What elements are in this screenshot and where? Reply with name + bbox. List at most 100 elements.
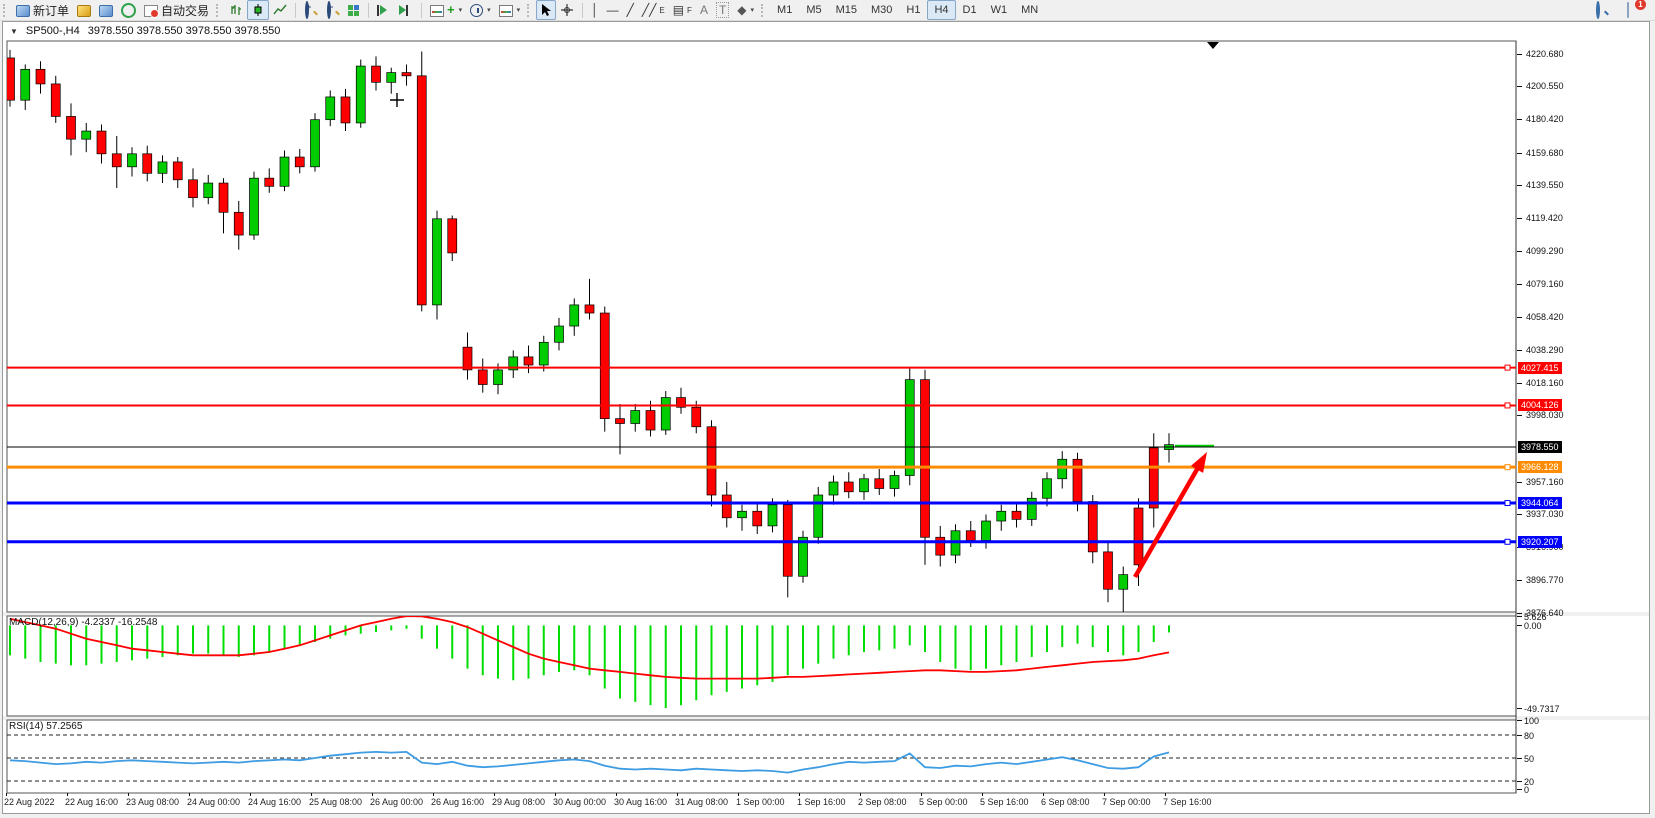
timeframe-button-m15[interactable]: M15 bbox=[829, 0, 864, 20]
bar-chart-button[interactable] bbox=[225, 0, 247, 20]
time-axis-label: 7 Sep 00:00 bbox=[1102, 797, 1151, 807]
new-order-button[interactable]: 新订单 bbox=[12, 0, 73, 20]
price-tick: 4180.420 bbox=[1526, 114, 1564, 124]
text-label-button[interactable]: T bbox=[712, 0, 733, 20]
time-tick-mark bbox=[677, 793, 678, 796]
timeframe-button-mn[interactable]: MN bbox=[1014, 0, 1045, 20]
rsi-axis-label: 100 bbox=[1524, 716, 1539, 726]
rsi-axis-label: 50 bbox=[1524, 754, 1534, 764]
time-axis-label: 24 Aug 16:00 bbox=[248, 797, 301, 807]
time-axis-label: 5 Sep 00:00 bbox=[919, 797, 968, 807]
navigator-button[interactable] bbox=[117, 0, 140, 20]
price-tick: 3998.030 bbox=[1526, 410, 1564, 420]
market-watch-button[interactable] bbox=[73, 0, 95, 20]
clock-icon bbox=[470, 4, 483, 17]
fibonacci-button[interactable]: ▤F bbox=[669, 0, 696, 20]
macd-tick-mark bbox=[1517, 625, 1522, 626]
trendline-button[interactable]: ╱ bbox=[623, 0, 638, 20]
autotrade-icon bbox=[144, 5, 158, 17]
time-axis-label: 30 Aug 00:00 bbox=[553, 797, 606, 807]
price-tick-mark bbox=[1517, 251, 1522, 252]
time-tick-mark bbox=[67, 793, 68, 796]
data-window-button[interactable] bbox=[95, 0, 117, 20]
rsi-tick-mark bbox=[1517, 720, 1522, 721]
navigator-icon bbox=[121, 3, 136, 18]
pane-divider[interactable] bbox=[3, 612, 1649, 616]
time-axis-label: 1 Sep 00:00 bbox=[736, 797, 785, 807]
cursor-button[interactable] bbox=[536, 0, 556, 20]
line-chart-button[interactable] bbox=[269, 0, 291, 20]
channel-button[interactable]: ╱╱E bbox=[638, 0, 669, 20]
candlestick-chart-button[interactable] bbox=[247, 0, 269, 20]
vertical-line-button[interactable]: │ bbox=[587, 0, 603, 20]
price-tick-mark bbox=[1517, 119, 1522, 120]
price-tick-mark bbox=[1517, 514, 1522, 515]
price-tick-mark bbox=[1517, 317, 1522, 318]
autotrade-label: 自动交易 bbox=[161, 2, 209, 19]
market-watch-icon bbox=[77, 5, 91, 17]
timeframe-button-m1[interactable]: M1 bbox=[770, 0, 799, 20]
price-tick-mark bbox=[1517, 350, 1522, 351]
macd-tick-mark bbox=[1517, 616, 1522, 617]
timeframe-button-w1[interactable]: W1 bbox=[984, 0, 1015, 20]
collapse-icon[interactable]: ▼ bbox=[10, 27, 18, 36]
timeframe-button-h4[interactable]: H4 bbox=[927, 0, 955, 20]
price-tick-mark bbox=[1517, 218, 1522, 219]
horizontal-line-button[interactable]: — bbox=[603, 0, 623, 20]
time-tick-mark bbox=[860, 793, 861, 796]
autotrade-button[interactable]: 自动交易 bbox=[140, 0, 213, 20]
notifications-button[interactable]: 1 bbox=[1623, 0, 1645, 20]
toolbar-grip bbox=[3, 4, 8, 17]
time-axis-label: 24 Aug 00:00 bbox=[187, 797, 240, 807]
timeframe-button-d1[interactable]: D1 bbox=[956, 0, 984, 20]
period-button[interactable]: ▾ bbox=[466, 0, 495, 20]
price-tick-mark bbox=[1517, 185, 1522, 186]
time-tick-mark bbox=[433, 793, 434, 796]
time-axis-label: 25 Aug 08:00 bbox=[309, 797, 362, 807]
price-tick-mark bbox=[1517, 613, 1522, 614]
time-tick-mark bbox=[982, 793, 983, 796]
text-button[interactable]: A bbox=[696, 0, 712, 20]
price-tick: 4038.290 bbox=[1526, 345, 1564, 355]
mt4-application: 新订单 自动交易 + − +▾ ▾ ▾ bbox=[0, 0, 1655, 818]
trendline-icon: ╱ bbox=[627, 3, 634, 17]
new-chart-button[interactable]: +▾ bbox=[426, 0, 466, 20]
chart-window bbox=[2, 21, 1650, 814]
search-button[interactable] bbox=[1591, 0, 1613, 20]
price-tick-mark bbox=[1517, 86, 1522, 87]
toolbar-grip bbox=[527, 4, 532, 17]
main-toolbar: 新订单 自动交易 + − +▾ ▾ ▾ bbox=[0, 0, 1655, 21]
time-tick-mark bbox=[1165, 793, 1166, 796]
price-tick: 3957.160 bbox=[1526, 477, 1564, 487]
price-tick: 4119.420 bbox=[1526, 213, 1563, 223]
time-axis-label: 6 Sep 08:00 bbox=[1041, 797, 1090, 807]
timeframe-button-h1[interactable]: H1 bbox=[899, 0, 927, 20]
chart-symbol-title: SP500-,H4 bbox=[26, 25, 80, 37]
price-tick: 3896.770 bbox=[1526, 575, 1564, 585]
pane-divider[interactable] bbox=[3, 716, 1649, 720]
tile-windows-button[interactable] bbox=[344, 0, 364, 20]
line-chart-icon bbox=[273, 3, 287, 17]
toolbar-separator bbox=[421, 3, 422, 18]
timeframe-button-m30[interactable]: M30 bbox=[864, 0, 899, 20]
shapes-button[interactable]: ◆▾ bbox=[733, 0, 758, 20]
time-axis-label: 2 Sep 08:00 bbox=[858, 797, 907, 807]
price-tick: 4139.550 bbox=[1526, 180, 1564, 190]
chart-shift-button[interactable] bbox=[395, 0, 417, 20]
time-axis-label: 31 Aug 08:00 bbox=[675, 797, 728, 807]
fibonacci-icon: ▤ bbox=[673, 3, 684, 17]
toolbar-separator bbox=[368, 3, 369, 18]
toolbar-separator bbox=[295, 3, 296, 18]
chart-quotes: 3978.550 3978.550 3978.550 3978.550 bbox=[88, 25, 281, 37]
crosshair-button[interactable] bbox=[556, 0, 578, 20]
zoom-in-button[interactable]: + bbox=[300, 0, 322, 20]
rsi-label: RSI(14) 57.2565 bbox=[9, 721, 82, 732]
chart-titlebar[interactable]: ▼ SP500-,H4 3978.550 3978.550 3978.550 3… bbox=[4, 23, 1644, 39]
template-icon bbox=[499, 5, 513, 17]
time-tick-mark bbox=[555, 793, 556, 796]
timeframe-button-m5[interactable]: M5 bbox=[799, 0, 828, 20]
rsi-axis-label: 80 bbox=[1524, 731, 1534, 741]
zoom-out-button[interactable]: − bbox=[322, 0, 344, 20]
template-button[interactable]: ▾ bbox=[495, 0, 525, 20]
auto-scroll-button[interactable] bbox=[373, 0, 395, 20]
